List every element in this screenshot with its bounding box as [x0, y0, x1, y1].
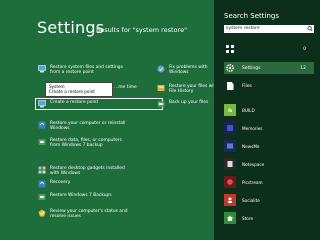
backup-icon — [157, 100, 165, 108]
recovery-icon — [38, 180, 46, 188]
gadgets-icon — [38, 166, 46, 174]
troubleshoot-icon — [157, 65, 165, 73]
memories-tile-icon — [224, 122, 236, 134]
results-caption: Results for "system restore" — [96, 26, 188, 34]
result-item[interactable]: Fix problems with Windows — [157, 65, 219, 76]
result-item[interactable]: Restore Windows 7 Backups — [38, 193, 130, 201]
app-notespace[interactable]: Notespace — [224, 158, 314, 170]
apps-grid-icon — [224, 43, 236, 55]
app-newsme[interactable]: NewsMe — [224, 140, 314, 152]
category-count: 0 — [303, 46, 306, 52]
result-item[interactable]: Recovery — [38, 180, 130, 188]
search-icon[interactable] — [307, 25, 313, 33]
backup-icon — [38, 138, 46, 146]
recovery-icon — [38, 121, 46, 129]
result-item[interactable]: Restore system files and settings from a… — [38, 65, 130, 76]
files-icon — [224, 80, 236, 92]
tooltip: System Create a restore point — [45, 82, 113, 97]
backup-icon — [38, 193, 46, 201]
app-socialite[interactable]: Socialite — [224, 194, 314, 206]
result-item[interactable]: Restore desktop gadgets installed with W… — [38, 166, 130, 177]
picstream-tile-icon — [224, 176, 236, 188]
tooltip-desc: Create a restore point — [49, 89, 95, 95]
category-files[interactable]: Files — [224, 80, 314, 92]
gear-icon — [224, 62, 236, 74]
system-icon — [38, 65, 46, 73]
app-store[interactable]: Store — [224, 212, 314, 224]
build-tile-icon: /b — [224, 104, 236, 116]
store-tile-icon — [224, 212, 236, 224]
search-pane-title: Search Settings — [224, 12, 279, 20]
notespace-tile-icon — [224, 158, 236, 170]
result-item[interactable]: Review your computer's status and resolv… — [38, 209, 130, 220]
search-pane: Search Settings system restore 0 Setting… — [214, 0, 320, 240]
result-item[interactable]: Restore your files with File History — [157, 84, 219, 95]
app-memories[interactable]: Memories — [224, 122, 314, 134]
results-area: Settings Results for "system restore" Re… — [0, 0, 218, 240]
app-picstream[interactable]: Picstream — [224, 176, 314, 188]
file-history-icon — [157, 84, 165, 92]
result-item-selected[interactable]: Create a restore point — [35, 98, 163, 110]
app-build[interactable]: /b BUILD — [224, 104, 314, 116]
result-item[interactable]: Restore your computer or reinstall Windo… — [38, 121, 130, 132]
search-input[interactable]: system restore — [224, 25, 314, 33]
page-title: Settings — [37, 18, 105, 37]
category-count: 12 — [300, 65, 306, 71]
result-item[interactable]: Back up your files — [157, 100, 219, 108]
result-item[interactable]: Restore data, files, or computers from W… — [38, 138, 130, 149]
socialite-tile-icon — [224, 194, 236, 206]
category-settings[interactable]: Settings 12 — [224, 62, 314, 74]
action-center-icon — [38, 209, 46, 217]
result-item[interactable]: …me time — [114, 85, 144, 90]
newsme-tile-icon — [224, 140, 236, 152]
category-apps[interactable]: 0 — [224, 43, 314, 55]
system-icon — [38, 100, 46, 108]
